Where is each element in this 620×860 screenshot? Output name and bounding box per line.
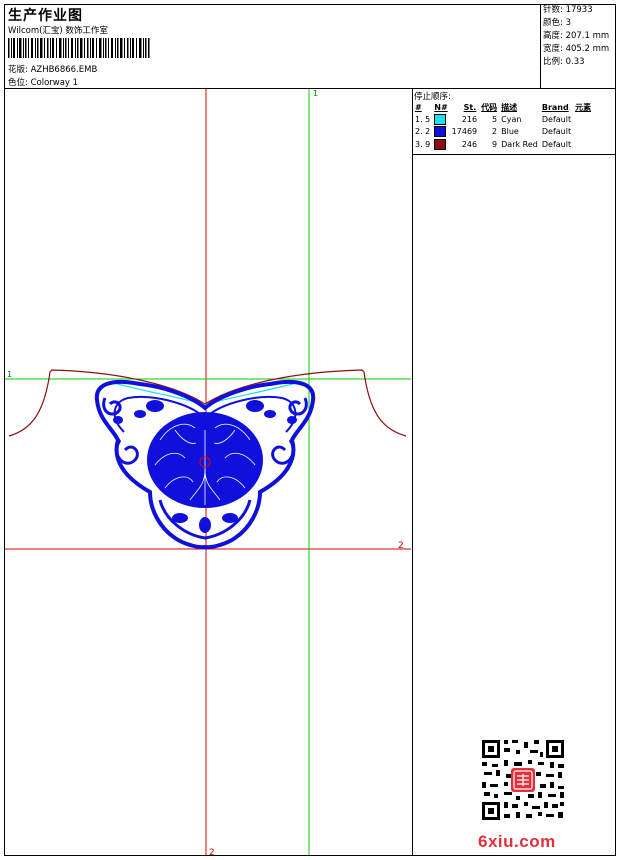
swatch-blue: [434, 126, 447, 138]
row-element: [573, 113, 593, 126]
col-element: 元素: [575, 102, 592, 112]
row-code: 5: [492, 114, 498, 124]
qr-code-image: [480, 738, 566, 822]
table-row[interactable]: 3. 9 246 9 Dark Red Default: [413, 138, 593, 151]
row-stitches: 17469: [451, 127, 478, 137]
design-filename: 花版: AZHB6866.EMB: [8, 65, 98, 75]
stat-height: 高度: 207.1 mm: [543, 31, 610, 41]
table-row[interactable]: 2. 2 17469 2 Blue Default: [413, 126, 593, 139]
table-header-row: # N# St. 代码 描述 Brand 元素: [413, 101, 593, 113]
stat-width: 宽度: 405.2 mm: [543, 44, 610, 54]
peony-flower: [147, 412, 263, 508]
col-seq: #: [415, 102, 422, 112]
col-stitches: St.: [463, 102, 477, 112]
stat-scale: 比例: 0.33: [543, 57, 585, 67]
row-brand: Default: [541, 139, 572, 149]
row-stitches: 216: [461, 114, 478, 124]
color-swatch: [432, 138, 449, 151]
col-code: 代码: [481, 102, 498, 112]
guide-label-red-h: 2: [398, 541, 404, 551]
color-swatch: [432, 113, 449, 126]
row-seq: 2. 2: [415, 127, 431, 137]
col-brand: Brand: [541, 102, 569, 112]
row-seq: 1. 5: [415, 114, 431, 124]
row-brand: Default: [541, 127, 572, 137]
color-swatch: [432, 126, 449, 139]
design-canvas[interactable]: 1 1 2 2: [5, 89, 411, 855]
watermark-logo: 6xiu.com: [478, 832, 556, 851]
row-code: 2: [492, 127, 498, 137]
guide-label-green-v: 1: [313, 89, 318, 98]
guide-label-red-v: 2: [209, 848, 215, 855]
table-row[interactable]: 1. 5 216 5 Cyan Default: [413, 113, 593, 126]
panel-divider: [412, 88, 413, 856]
col-desc: 描述: [501, 102, 518, 112]
barcode-image: [8, 38, 150, 58]
row-stitches: 246: [461, 139, 478, 149]
row-code: 9: [492, 139, 498, 149]
page-title: 生产作业图: [8, 8, 83, 24]
row-element: [573, 138, 593, 151]
col-needle: N#: [434, 102, 448, 112]
row-element: [573, 126, 593, 139]
swatch-dark-red: [434, 138, 447, 150]
stat-colors: 颜色: 3: [543, 18, 571, 28]
color-list-divider: [412, 154, 616, 155]
swatch-cyan: [434, 113, 447, 125]
color-sequence-table: # N# St. 代码 描述 Brand 元素 1. 5 216 5 Cyan …: [413, 101, 593, 151]
studio-name: Wilcom(汇宝) 数饰工作室: [8, 26, 108, 36]
stats-panel: 针数: 17933 颜色: 3 高度: 207.1 mm 宽度: 405.2 m…: [540, 4, 616, 89]
row-seq: 3. 9: [415, 139, 431, 149]
row-brand: Default: [541, 114, 572, 124]
row-desc: Cyan: [501, 114, 522, 124]
row-desc: Blue: [501, 127, 519, 137]
stat-stitches: 针数: 17933: [543, 5, 593, 15]
colorway-name: 色位: Colorway 1: [8, 78, 79, 88]
row-desc: Dark Red: [501, 139, 538, 149]
guide-label-green-h: 1: [7, 370, 12, 379]
